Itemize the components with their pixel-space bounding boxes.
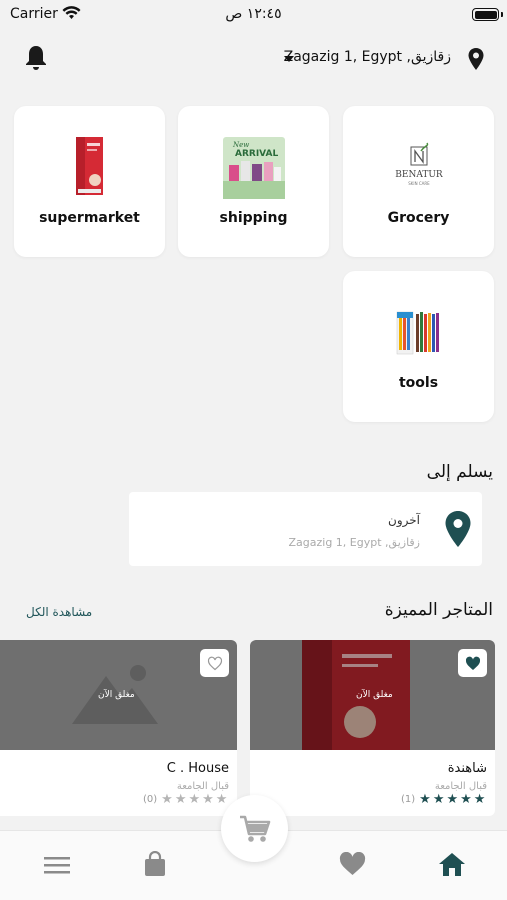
category-label: tools	[398, 375, 439, 391]
rating-stars: (0) ★ ★ ★ ★ ★	[143, 793, 227, 806]
shipping-new-arrival-image: New ARRIVAL	[222, 137, 285, 199]
cart-button[interactable]	[221, 795, 288, 862]
supermarket-product-image	[75, 137, 103, 195]
grocery-logo-text: BENATUR	[395, 170, 443, 180]
cart-icon	[239, 815, 270, 842]
new-badge-text: New	[232, 141, 249, 149]
grocery-logo-subtext: SKIN CARE	[408, 181, 430, 186]
store-name: C . House	[166, 761, 229, 776]
heart-filled-icon	[465, 656, 480, 670]
heart-outline-icon	[207, 656, 222, 670]
store-area: قبال الجامعة	[176, 781, 229, 792]
arrival-badge-text: ARRIVAL	[235, 149, 278, 159]
store-status: مغلق الآن	[98, 690, 135, 700]
deliver-to-title: يسلم إلى	[426, 462, 493, 482]
menu-icon[interactable]	[44, 856, 70, 874]
category-label: shipping	[219, 210, 288, 226]
category-tile-grocery[interactable]: BENATUR SKIN CARE Grocery	[343, 106, 494, 257]
bell-icon[interactable]	[24, 44, 48, 72]
view-all-link[interactable]: مشاهدة الكل	[26, 605, 92, 619]
delivery-address-card[interactable]: آخرون Zagazig 1, Egypt ,زقازيق	[129, 492, 482, 566]
rating-stars: (1) ★ ★ ★ ★ ★	[401, 793, 485, 806]
store-name: شاهندة	[447, 761, 487, 776]
address-detail: Zagazig 1, Egypt ,زقازيق	[288, 536, 420, 549]
location-pin-icon[interactable]	[467, 47, 485, 71]
home-icon[interactable]	[438, 852, 466, 877]
category-tile-supermarket[interactable]: supermarket	[14, 106, 165, 257]
address-location-pin-icon	[445, 511, 471, 547]
store-area: قبال الجامعة	[434, 781, 487, 792]
rating-count: (0)	[143, 794, 158, 805]
favorites-heart-icon[interactable]	[339, 852, 366, 876]
store-card-shahenda[interactable]: مغلق الآن شاهندة قبال الجامعة (1) ★ ★ ★ …	[250, 640, 495, 816]
shopping-bag-icon[interactable]	[144, 851, 166, 877]
star-icon: ★	[460, 792, 472, 807]
star-icon: ★	[174, 792, 187, 807]
store-status: مغلق الآن	[356, 690, 393, 700]
battery-cap	[501, 12, 503, 17]
star-icon: ★	[202, 792, 214, 807]
category-label: Grocery	[387, 210, 450, 226]
category-tile-tools[interactable]: tools	[343, 271, 494, 422]
star-icon: ★	[446, 792, 459, 807]
star-icon: ★	[188, 792, 201, 807]
star-icon: ★	[419, 792, 431, 807]
star-icon: ★	[432, 792, 445, 807]
rating-count: (1)	[401, 794, 416, 805]
featured-stores-title: المتاجر المميزة	[384, 600, 493, 620]
star-icon: ★	[473, 792, 486, 807]
status-time: ١٢:٤٥ ص	[225, 6, 282, 22]
store-image: مغلق الآن	[250, 640, 495, 750]
store-image: مغلق الآن	[0, 640, 237, 750]
category-label: supermarket	[39, 210, 140, 226]
status-bar: Carrier ١٢:٤٥ ص	[0, 0, 507, 30]
favorite-button[interactable]	[458, 649, 487, 677]
address-name: آخرون	[388, 513, 420, 527]
store-card-c-house[interactable]: مغلق الآن C . House قبال الجامعة (0) ★ ★…	[0, 640, 237, 816]
tools-pencils-image	[396, 311, 439, 355]
current-location[interactable]: Zagazig 1, Egypt ,زقازيق	[284, 49, 451, 65]
battery-icon	[472, 8, 499, 21]
star-icon: ★	[161, 792, 173, 807]
grocery-brand-logo: BENATUR SKIN CARE	[395, 142, 443, 186]
star-icon: ★	[215, 792, 228, 807]
category-tile-shipping[interactable]: New ARRIVAL shipping	[178, 106, 329, 257]
favorite-button[interactable]	[200, 649, 229, 677]
